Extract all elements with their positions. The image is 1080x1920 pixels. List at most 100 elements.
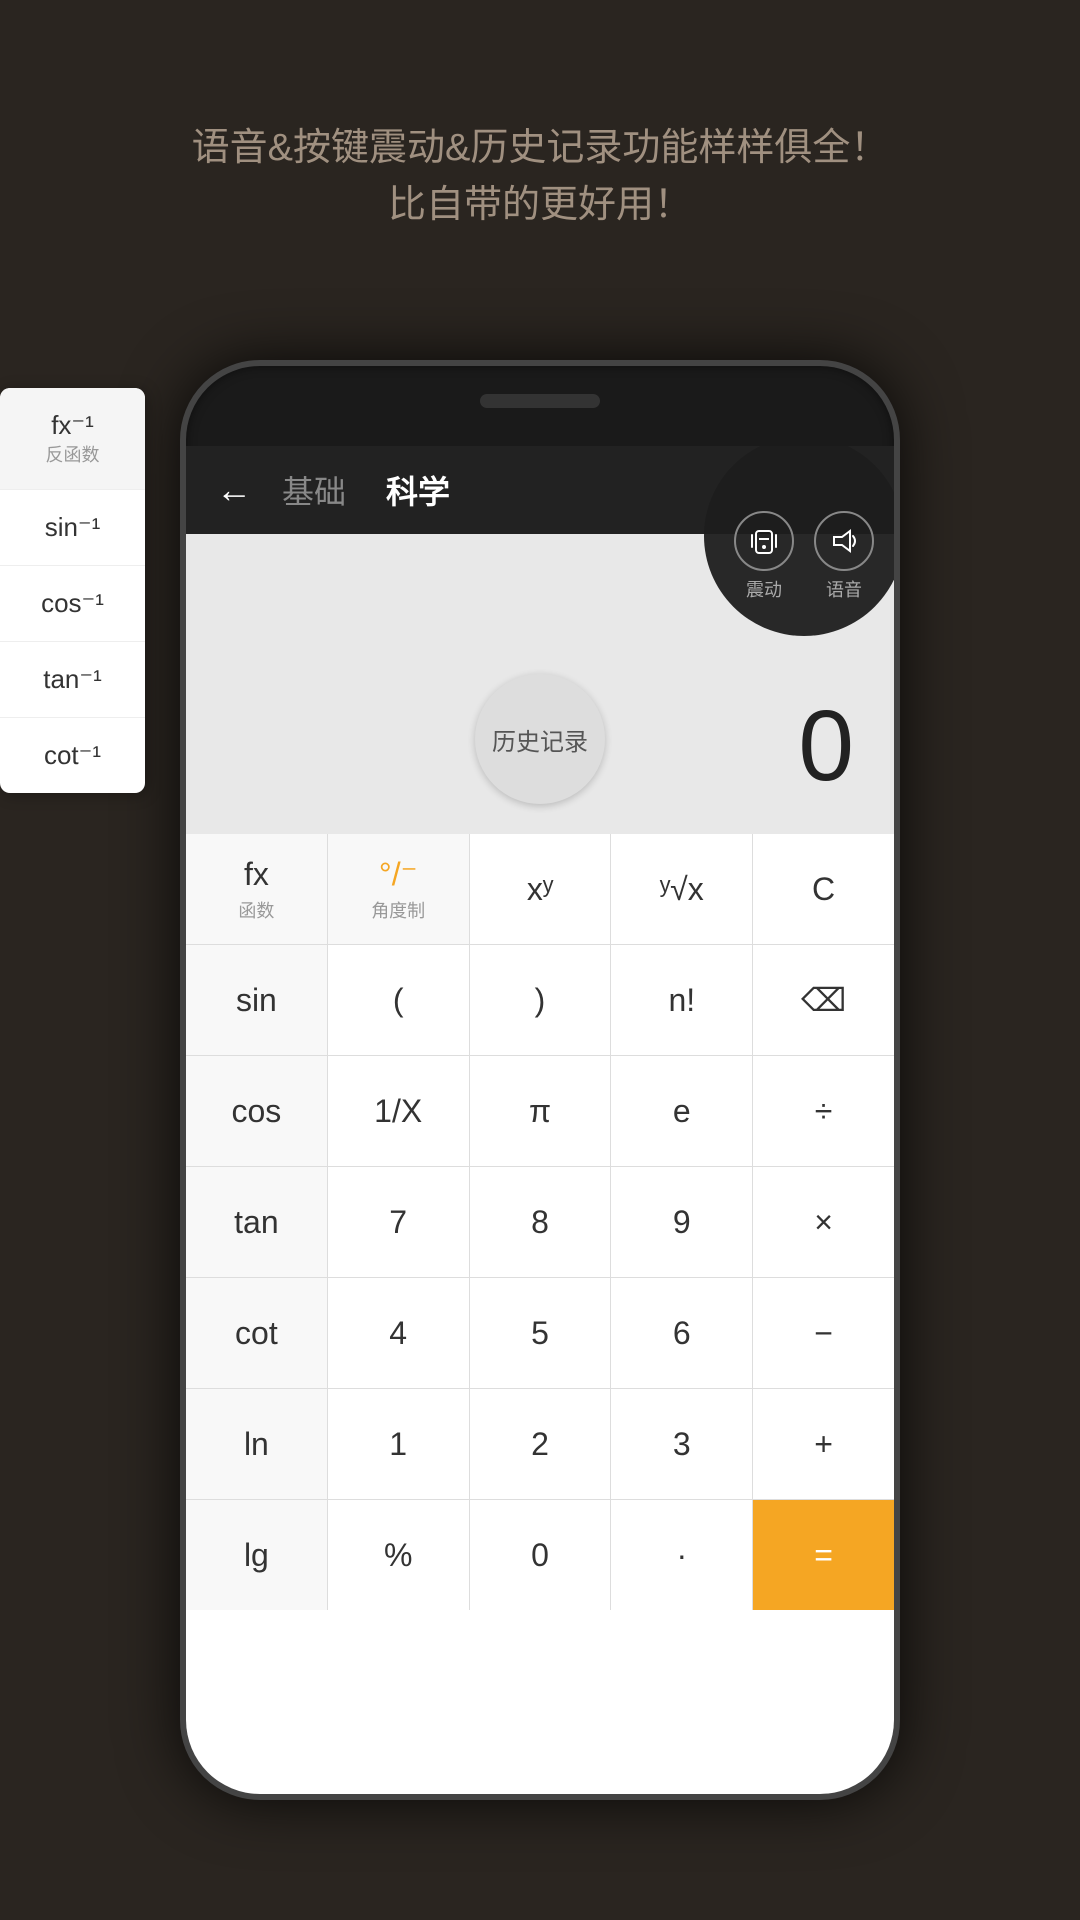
side-panel-sublabel: 反函数 bbox=[15, 441, 130, 467]
key-label: ÷ bbox=[815, 1093, 833, 1130]
key-label: lg bbox=[244, 1537, 269, 1574]
key-label: π bbox=[529, 1093, 551, 1130]
side-panel-label: cos⁻¹ bbox=[15, 588, 130, 619]
key-2-3[interactable]: e bbox=[611, 1056, 753, 1166]
key-1-0[interactable]: sin bbox=[186, 945, 328, 1055]
key-5-4[interactable]: + bbox=[753, 1389, 894, 1499]
key-4-4[interactable]: − bbox=[753, 1278, 894, 1388]
key-label: 2 bbox=[531, 1426, 549, 1463]
key-label: 3 bbox=[673, 1426, 691, 1463]
key-4-2[interactable]: 5 bbox=[470, 1278, 612, 1388]
promo-line1: 语音&按键震动&历史记录功能样样俱全！ bbox=[80, 120, 1000, 177]
key-1-3[interactable]: n! bbox=[611, 945, 753, 1055]
key-row-2: cos 1/X π e ÷ bbox=[186, 1056, 894, 1167]
key-5-1[interactable]: 1 bbox=[328, 1389, 470, 1499]
key-row-1: sin () n! ⌫ bbox=[186, 945, 894, 1056]
key-label: cos bbox=[232, 1093, 282, 1130]
phone-speaker bbox=[480, 394, 600, 408]
key-label: C bbox=[812, 871, 835, 908]
key-5-3[interactable]: 3 bbox=[611, 1389, 753, 1499]
key-0-2[interactable]: xʸ bbox=[470, 834, 612, 944]
key-5-2[interactable]: 2 bbox=[470, 1389, 612, 1499]
key-1-4[interactable]: ⌫ bbox=[753, 945, 894, 1055]
key-label: 5 bbox=[531, 1315, 549, 1352]
key-sublabel: 函数 bbox=[238, 897, 274, 923]
key-row-4: cot 4 5 6 − bbox=[186, 1278, 894, 1389]
side-panel-label: tan⁻¹ bbox=[15, 664, 130, 695]
vibrate-button[interactable]: 震动 bbox=[734, 511, 794, 602]
key-6-2[interactable]: 0 bbox=[470, 1500, 612, 1610]
sound-icon bbox=[814, 511, 874, 571]
key-label: 7 bbox=[389, 1204, 407, 1241]
phone-frame: ← 基础 科学 bbox=[180, 360, 900, 1800]
key-label: tan bbox=[234, 1204, 278, 1241]
promo-line2: 比自带的更好用！ bbox=[80, 177, 1000, 234]
nav-bar: ← 基础 科学 bbox=[186, 446, 894, 534]
key-label: 6 bbox=[673, 1315, 691, 1352]
key-0-0[interactable]: fx函数 bbox=[186, 834, 328, 944]
key-3-0[interactable]: tan bbox=[186, 1167, 328, 1277]
back-button[interactable]: ← bbox=[216, 469, 252, 511]
key-label: 9 bbox=[673, 1204, 691, 1241]
key-label: 1/X bbox=[374, 1093, 422, 1130]
key-3-2[interactable]: 8 bbox=[470, 1167, 612, 1277]
key-row-3: tan 7 8 9 × bbox=[186, 1167, 894, 1278]
key-5-0[interactable]: ln bbox=[186, 1389, 328, 1499]
side-panel-label: sin⁻¹ bbox=[15, 512, 130, 543]
key-0-3[interactable]: ʸ√x bbox=[611, 834, 753, 944]
sound-label: 语音 bbox=[826, 576, 862, 602]
key-label: 0 bbox=[531, 1537, 549, 1574]
key-label: % bbox=[384, 1537, 412, 1574]
key-2-0[interactable]: cos bbox=[186, 1056, 328, 1166]
key-label: 8 bbox=[531, 1204, 549, 1241]
key-4-1[interactable]: 4 bbox=[328, 1278, 470, 1388]
key-0-1[interactable]: °/⁻ 角度制 bbox=[328, 834, 470, 944]
phone-screen: ← 基础 科学 bbox=[186, 446, 894, 1794]
key-3-1[interactable]: 7 bbox=[328, 1167, 470, 1277]
sound-button[interactable]: 语音 bbox=[814, 511, 874, 602]
key-label: ʸ√x bbox=[660, 871, 704, 908]
key-6-4[interactable]: = bbox=[753, 1500, 894, 1610]
key-3-4[interactable]: × bbox=[753, 1167, 894, 1277]
key-label: ln bbox=[244, 1426, 269, 1463]
side-panel-item-4[interactable]: cot⁻¹ bbox=[0, 718, 145, 793]
key-3-3[interactable]: 9 bbox=[611, 1167, 753, 1277]
side-panel-item-1[interactable]: sin⁻¹ bbox=[0, 490, 145, 566]
key-label: sin bbox=[236, 982, 277, 1019]
key-label: 4 bbox=[389, 1315, 407, 1352]
side-panel-item-2[interactable]: cos⁻¹ bbox=[0, 566, 145, 642]
side-panel-item-0[interactable]: fx⁻¹反函数 bbox=[0, 388, 145, 490]
side-panel: fx⁻¹反函数 sin⁻¹ cos⁻¹ tan⁻¹ cot⁻¹ bbox=[0, 388, 145, 793]
key-6-1[interactable]: % bbox=[328, 1500, 470, 1610]
key-label: + bbox=[814, 1426, 833, 1463]
side-panel-label: fx⁻¹ bbox=[15, 410, 130, 441]
key-label: 1 bbox=[389, 1426, 407, 1463]
key-1-1[interactable]: ( bbox=[328, 945, 470, 1055]
key-label: cot bbox=[235, 1315, 278, 1352]
key-label: ( bbox=[393, 982, 404, 1019]
promo-text: 语音&按键震动&历史记录功能样样俱全！ 比自带的更好用！ bbox=[0, 0, 1080, 294]
key-label: − bbox=[814, 1315, 833, 1352]
key-1-2[interactable]: ) bbox=[470, 945, 612, 1055]
key-label: n! bbox=[668, 982, 695, 1019]
key-row-6: lg% 0 ·= bbox=[186, 1500, 894, 1610]
key-row-5: ln 1 2 3 + bbox=[186, 1389, 894, 1500]
key-label: × bbox=[814, 1204, 833, 1241]
keyboard: fx函数 °/⁻ 角度制 xʸ ʸ√x Csin () n! ⌫ cos 1/X π e ÷ tan 7 8 9 ×… bbox=[186, 834, 894, 1610]
key-label: xʸ bbox=[527, 871, 553, 908]
key-label: e bbox=[673, 1093, 691, 1130]
key-4-0[interactable]: cot bbox=[186, 1278, 328, 1388]
key-6-3[interactable]: · bbox=[611, 1500, 753, 1610]
tab-basic[interactable]: 基础 bbox=[282, 467, 346, 513]
key-4-3[interactable]: 6 bbox=[611, 1278, 753, 1388]
key-2-1[interactable]: 1/X bbox=[328, 1056, 470, 1166]
key-sublabel: 角度制 bbox=[371, 897, 425, 923]
key-0-4[interactable]: C bbox=[753, 834, 894, 944]
side-panel-item-3[interactable]: tan⁻¹ bbox=[0, 642, 145, 718]
key-6-0[interactable]: lg bbox=[186, 1500, 328, 1610]
key-2-2[interactable]: π bbox=[470, 1056, 612, 1166]
history-button[interactable]: 历史记录 bbox=[475, 674, 605, 804]
tab-scientific[interactable]: 科学 bbox=[386, 467, 450, 513]
key-2-4[interactable]: ÷ bbox=[753, 1056, 894, 1166]
key-label: °/⁻ bbox=[379, 855, 418, 893]
